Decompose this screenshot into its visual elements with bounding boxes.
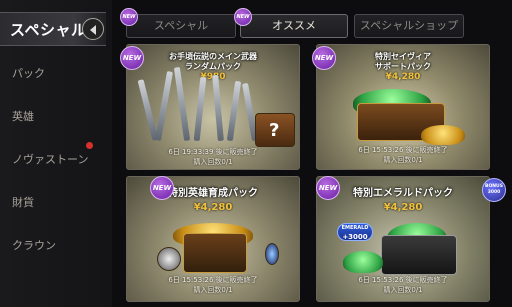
tab-special-shop[interactable]: スペシャルショップ <box>354 14 464 38</box>
notification-dot <box>86 142 93 149</box>
card-title-line2: サポートパック <box>375 62 431 71</box>
card-sale-end: 6日 19:33:39 後に販売終了 <box>168 148 258 156</box>
tab-label: オススメ <box>272 19 316 32</box>
card-purchase-limit: 購入回数0/1 <box>383 286 423 294</box>
sidebar-item-hero[interactable]: 英雄 <box>12 108 34 124</box>
new-badge: NEW <box>234 8 252 26</box>
emerald-bonus-tag: EMERALD +3000 <box>337 223 373 241</box>
new-badge: NEW <box>120 46 144 70</box>
card-sale-end: 6日 15:53:26 後に販売終了 <box>358 146 448 154</box>
gold-coins-icon <box>421 125 465 145</box>
emblem-icon <box>157 247 181 271</box>
bonus-badge: BONUS 3000 <box>482 178 506 202</box>
tab-label: スペシャル <box>153 19 209 32</box>
new-badge: NEW <box>120 8 138 26</box>
sidebar-item-crown[interactable]: クラウン <box>12 237 56 253</box>
weapon-mace-icon <box>226 80 242 142</box>
treasure-chest-icon <box>381 235 457 275</box>
card-sale-end: 6日 15:53:26 後に販売終了 <box>168 276 258 284</box>
new-badge: NEW <box>316 176 340 200</box>
tab-label: スペシャルショップ <box>359 19 459 32</box>
weapon-spear-icon <box>212 74 224 142</box>
bonus-value: 3000 <box>487 190 501 195</box>
sidebar-item-currency[interactable]: 財貨 <box>12 194 34 210</box>
card-price: ¥4,280 <box>385 72 421 82</box>
product-card-savior-pack[interactable]: 特別セイヴィア サポートパック ¥4,280 6日 15:53:26 後に販売終… <box>316 44 490 170</box>
card-purchase-limit: 購入回数0/1 <box>193 158 233 166</box>
card-purchase-limit: 購入回数0/1 <box>383 156 423 164</box>
sidebar-item-pack[interactable]: パック <box>12 65 45 81</box>
card-title: 特別エメラルドパック <box>353 188 453 199</box>
card-purchase-limit: 購入回数0/1 <box>193 286 233 294</box>
tab-recommended[interactable]: オススメ <box>240 14 348 38</box>
back-arrow-icon[interactable] <box>82 18 104 40</box>
card-title-line2: ランダムパック <box>185 62 241 71</box>
emerald-tag-label: EMERALD <box>341 225 369 231</box>
sidebar-active-label: スペシャル <box>10 21 87 39</box>
emerald-tag-value: +3000 <box>342 233 368 241</box>
sidebar-item-special[interactable]: スペシャル <box>0 12 106 46</box>
sidebar: スペシャル パック 英雄 ノヴァストーン 財貨 クラウン <box>0 0 112 307</box>
card-price: ¥4,280 <box>193 202 233 213</box>
new-badge: NEW <box>150 176 174 200</box>
card-sale-end: 6日 15:53:26 後に販売終了 <box>358 276 448 284</box>
mystery-chest-icon: ? <box>255 113 295 147</box>
bonus-label: BONUS <box>485 184 503 189</box>
treasure-chest-icon <box>183 233 247 273</box>
crystal-icon <box>265 243 279 265</box>
product-card-weapon-pack[interactable]: お手頃伝説のメイン武器 ランダムパック ¥980 ? 6日 19:33:39 後… <box>126 44 300 170</box>
emerald-pile-icon <box>343 251 383 273</box>
tab-special[interactable]: スペシャル <box>126 14 236 38</box>
sidebar-item-novastone[interactable]: ノヴァストーン <box>12 151 88 167</box>
product-card-emerald-pack[interactable]: 特別エメラルドパック ¥4,280 EMERALD +3000 6日 15:53… <box>316 176 490 302</box>
weapon-staff-icon <box>193 76 207 142</box>
card-price: ¥4,280 <box>383 202 423 213</box>
new-badge: NEW <box>312 46 336 70</box>
